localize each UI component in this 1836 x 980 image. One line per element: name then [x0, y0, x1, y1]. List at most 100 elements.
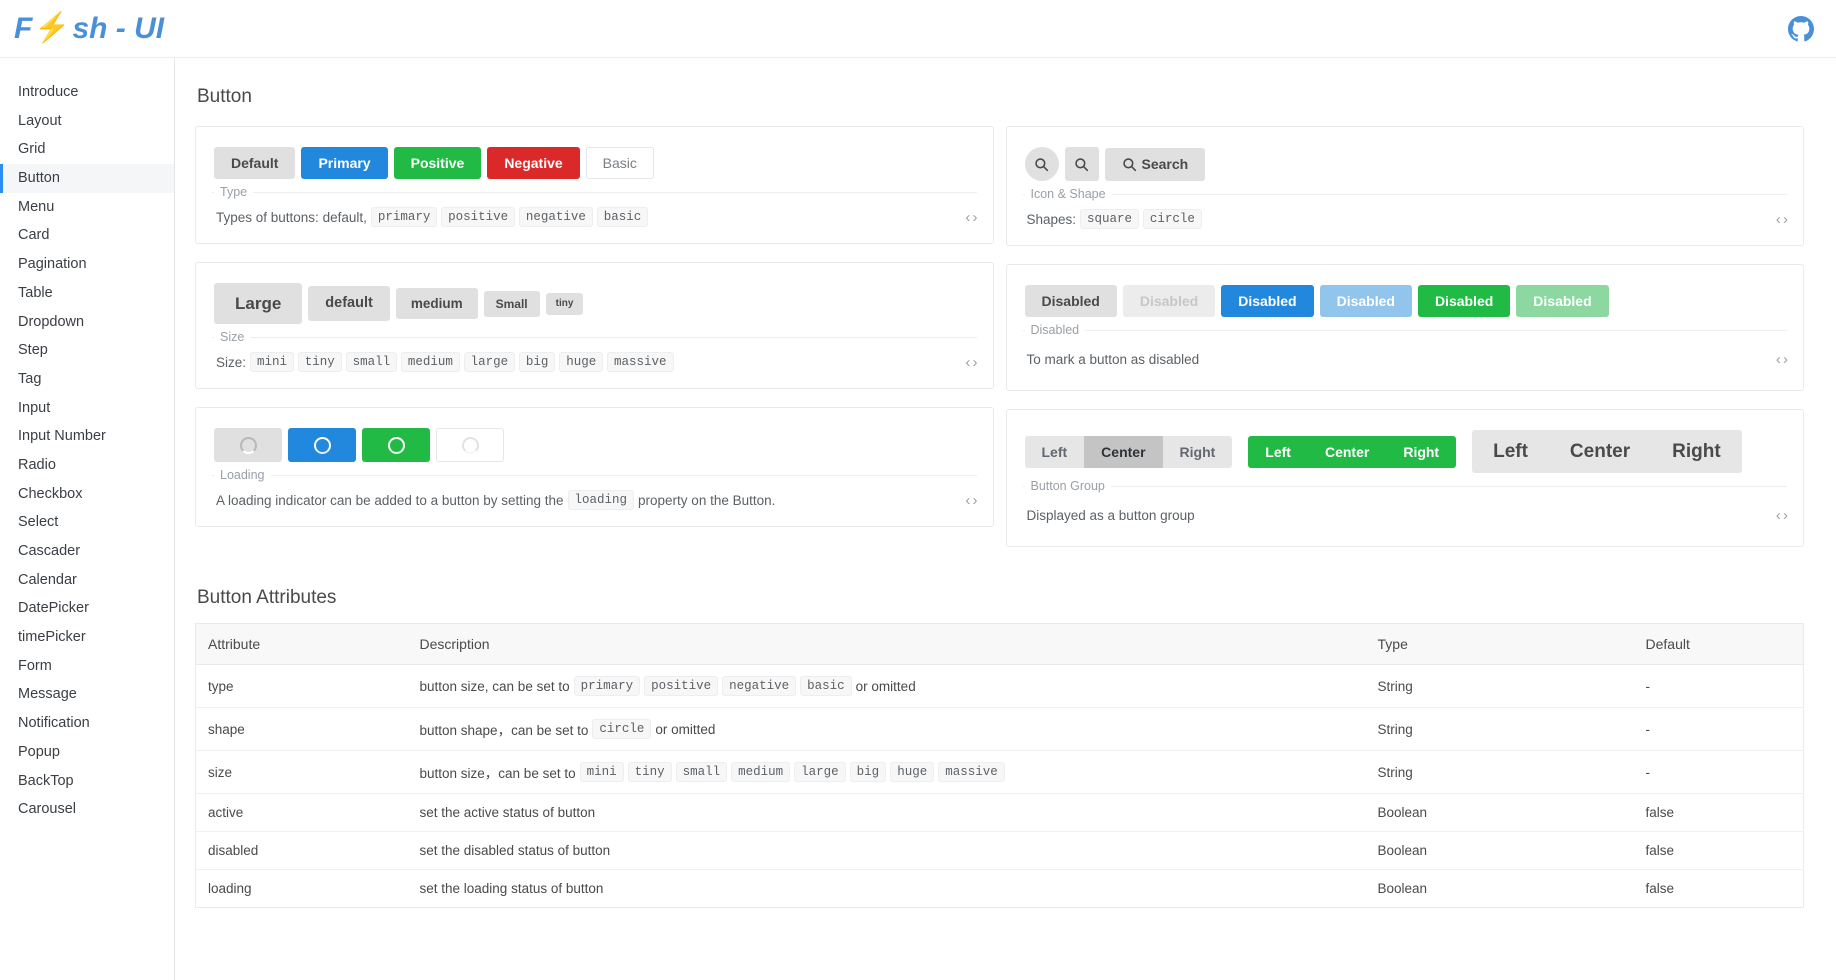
- group-green-right[interactable]: Right: [1386, 435, 1457, 468]
- group-green-center[interactable]: Center: [1307, 435, 1387, 468]
- button-search-circle[interactable]: [1024, 147, 1059, 181]
- spinner-icon: [387, 436, 405, 454]
- card-disabled-legend: Disabled: [1030, 323, 1080, 337]
- button-disabled-default[interactable]: Disabled: [1024, 285, 1117, 317]
- card-disabled-fieldset: Disabled: [1022, 323, 1787, 337]
- table-row: loading set the loading status of button B…: [196, 870, 1804, 908]
- code-toggle-loading[interactable]: ‹ ›: [955, 492, 977, 509]
- code-toggle-icon-shape[interactable]: ‹ ›: [1766, 211, 1788, 228]
- table-row: disabled set the disabled status of butto…: [195, 831, 1804, 870]
- button-search-labeled[interactable]: Search: [1104, 147, 1206, 181]
- sidebar-item-grid[interactable]: Grid: [0, 135, 174, 164]
- sidebar-item-label: Dropdown: [18, 313, 85, 330]
- sidebar-item-notification[interactable]: Notification: [0, 709, 174, 738]
- button-loading-basic[interactable]: [436, 428, 504, 462]
- code-chip: huge: [559, 352, 604, 372]
- sidebar-item-select[interactable]: Select: [0, 508, 174, 537]
- button-positive[interactable]: Positive: [393, 147, 482, 179]
- group-default-left[interactable]: Left: [1024, 435, 1085, 468]
- code-toggle-disabled[interactable]: ‹ ›: [1766, 351, 1788, 368]
- app-header: F ⚡ sh - UI: [0, 0, 1836, 58]
- cell-default: false: [1633, 793, 1804, 832]
- sidebar-item-form[interactable]: Form: [0, 652, 174, 681]
- sidebar-item-label: Cascader: [18, 543, 81, 559]
- card-size-desc-text: Size: mini tiny small medium large big h…: [216, 352, 674, 372]
- card-loading-desc-suffix: property on the Button.: [638, 492, 776, 508]
- sidebar-item-carousel[interactable]: Carousel: [0, 795, 174, 824]
- button-disabled-positive[interactable]: Disabled: [1417, 285, 1511, 317]
- card-size-description: Size: mini tiny small medium large big h…: [196, 344, 993, 388]
- search-icon: [1075, 157, 1089, 171]
- sidebar-item-label: Radio: [18, 456, 56, 473]
- sidebar-item-tag[interactable]: Tag: [0, 365, 174, 394]
- button-search-square[interactable]: [1064, 147, 1099, 181]
- header-description: Description: [407, 623, 1366, 665]
- main-content: Button Default Primary Positive Negative…: [175, 58, 1836, 980]
- button-loading-default[interactable]: [214, 428, 282, 462]
- sidebar-item-dropdown[interactable]: Dropdown: [0, 308, 174, 337]
- sidebar-item-label: Calendar: [18, 571, 77, 588]
- card-size-chips: mini tiny small medium large big huge ma…: [250, 352, 674, 372]
- sidebar-item-pagination[interactable]: Pagination: [0, 250, 174, 279]
- cell-attribute: loading: [208, 881, 252, 896]
- group-large-center[interactable]: Center: [1548, 430, 1652, 473]
- card-icon-shape-demo: Search: [1007, 127, 1804, 187]
- group-large-left[interactable]: Left: [1472, 430, 1549, 473]
- group-default-right[interactable]: Right: [1162, 435, 1233, 468]
- cell-default: false: [1633, 831, 1804, 870]
- description-prefix: set the disabled status of button: [419, 843, 611, 858]
- sidebar-item-timepicker[interactable]: timePicker: [0, 623, 174, 652]
- cell-description: button size，can be set to mini tiny small me…: [407, 750, 1366, 794]
- card-size: Large default medium Small tiny Size Siz…: [195, 262, 994, 389]
- sidebar-item-message[interactable]: Message: [0, 680, 174, 709]
- button-loading-positive[interactable]: [362, 428, 430, 462]
- code-chip: large: [794, 762, 846, 782]
- group-default-center[interactable]: Center: [1084, 435, 1163, 468]
- sidebar-item-layout[interactable]: Layout: [0, 107, 174, 136]
- sidebar-item-input[interactable]: Input: [0, 394, 174, 423]
- sidebar-item-backtop[interactable]: BackTop: [0, 767, 174, 796]
- icon-shape-button-row: Search: [1024, 147, 1786, 181]
- code-toggle-button-group[interactable]: ‹ ›: [1766, 507, 1788, 524]
- sidebar-item-calendar[interactable]: Calendar: [0, 566, 174, 595]
- button-size-default[interactable]: default: [308, 286, 390, 321]
- sidebar-item-label: Pagination: [18, 256, 87, 273]
- card-button-group-desc-text: Displayed as a button group: [1027, 508, 1195, 523]
- search-icon: [1122, 157, 1136, 171]
- app-logo[interactable]: F ⚡ sh - UI: [14, 12, 164, 46]
- button-disabled-primary[interactable]: Disabled: [1221, 285, 1314, 317]
- sidebar-item-table[interactable]: Table: [0, 279, 174, 308]
- sidebar-item-radio[interactable]: Radio: [0, 451, 174, 480]
- card-button-group-demo: Left Center Right Left Center Right Left: [1007, 410, 1804, 479]
- button-loading-primary[interactable]: [288, 428, 356, 462]
- sidebar-item-popup[interactable]: Popup: [0, 738, 174, 767]
- button-basic[interactable]: Basic: [585, 147, 654, 179]
- button-size-large[interactable]: Large: [214, 283, 303, 324]
- button-group-large: Left Center Right: [1472, 430, 1742, 473]
- button-primary[interactable]: Primary: [301, 147, 388, 179]
- button-size-medium[interactable]: medium: [395, 287, 478, 320]
- sidebar-item-button[interactable]: Button: [0, 164, 174, 193]
- code-chip: basic: [800, 676, 852, 696]
- sidebar-item-cascader[interactable]: Cascader: [0, 537, 174, 566]
- button-negative[interactable]: Negative: [487, 147, 580, 179]
- sidebar-item-input-number[interactable]: Input Number: [0, 422, 174, 451]
- sidebar-item-menu[interactable]: Menu: [0, 193, 174, 222]
- group-large-right[interactable]: Right: [1651, 430, 1742, 473]
- sidebar-item-step[interactable]: Step: [0, 336, 174, 365]
- sidebar-item-introduce[interactable]: Introduce: [0, 78, 174, 107]
- group-green-left[interactable]: Left: [1248, 435, 1308, 468]
- button-size-tiny[interactable]: tiny: [545, 292, 584, 315]
- button-group-default: Left Center Right: [1024, 435, 1233, 468]
- button-size-small[interactable]: Small: [483, 290, 540, 317]
- description-prefix: set the loading status of button: [419, 881, 604, 896]
- card-type: Default Primary Positive Negative Basic …: [195, 126, 994, 244]
- sidebar-item-checkbox[interactable]: Checkbox: [0, 480, 174, 509]
- code-toggle-type[interactable]: ‹ ›: [955, 209, 977, 226]
- github-link[interactable]: [1788, 15, 1814, 42]
- button-default[interactable]: Default: [214, 147, 296, 179]
- code-chip: tiny: [297, 352, 342, 372]
- sidebar-item-card[interactable]: Card: [0, 221, 174, 250]
- code-toggle-size[interactable]: ‹ ›: [955, 354, 977, 371]
- sidebar-item-datepicker[interactable]: DatePicker: [0, 594, 174, 623]
